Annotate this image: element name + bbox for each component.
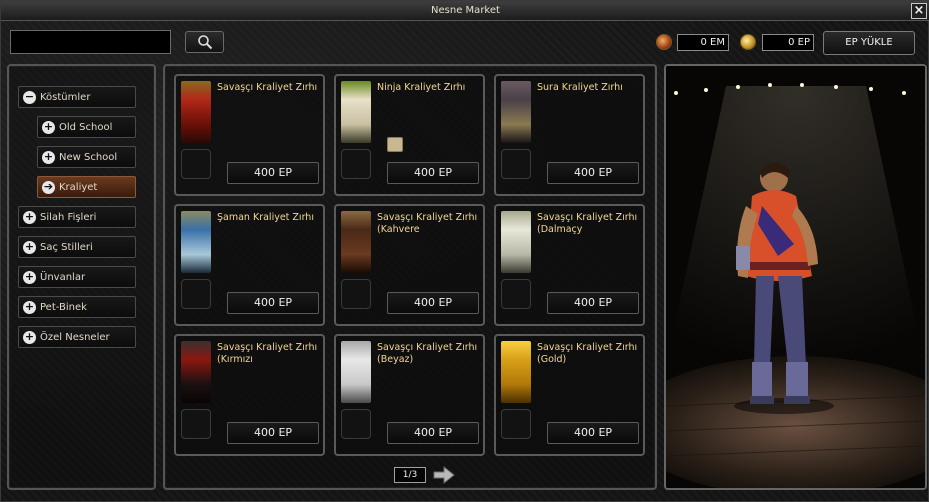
item-card[interactable]: Sura Kraliyet Zırhı 400 EP [494,74,645,196]
armor-icon [501,81,531,143]
ep-load-button[interactable]: EP YÜKLE [823,31,915,55]
item-name: Ninja Kraliyet Zırhı [377,82,466,93]
title-bar[interactable]: Nesne Market × [1,1,929,21]
category-royal[interactable]: ➔ Kraliyet [37,176,136,198]
em-coin-icon [656,34,672,50]
item-slot [181,149,211,179]
plus-icon: + [23,270,36,284]
category-label: Silah Fişleri [40,212,97,223]
item-name: Savaşçı Kraliyet Zırhı (Beyaz) [377,342,478,365]
window-title: Nesne Market [431,5,500,16]
category-old-school[interactable]: + Old School [37,116,136,138]
price-button[interactable]: 400 EP [547,422,639,444]
ep-balance: 0 EP [762,34,814,51]
category-panel: − Köstümler + Old School + New School ➔ … [7,64,156,490]
category-label: Old School [59,122,113,133]
armor-icon [181,341,211,403]
item-card[interactable]: Savaşçı Kraliyet Zırhı (Dalmaçy 400 EP [494,204,645,326]
plus-icon: + [42,120,55,134]
page-indicator: 1/3 [394,467,426,483]
plus-icon: + [23,330,36,344]
item-name: Savaşçı Kraliyet Zırhı (Kırmızı [217,342,318,365]
item-card[interactable]: Ninja Kraliyet Zırhı 400 EP [334,74,485,196]
category-titles[interactable]: + Ünvanlar [18,266,136,288]
character-preview-image [666,66,925,488]
price-button[interactable]: 400 EP [387,162,479,184]
minus-icon: − [23,90,36,104]
price-button[interactable]: 400 EP [227,162,319,184]
item-name: Sura Kraliyet Zırhı [537,82,623,93]
item-slot [341,149,371,179]
plus-icon: + [42,150,55,164]
next-page-arrow-icon[interactable] [433,466,455,484]
item-slot [501,279,531,309]
armor-icon [501,211,531,273]
armor-icon [341,81,371,143]
plus-icon: + [23,210,36,224]
price-button[interactable]: 400 EP [387,292,479,314]
category-costumes[interactable]: − Köstümler [18,86,136,108]
item-slot [341,409,371,439]
category-label: Köstümler [40,92,91,103]
item-card[interactable]: Savaşçı Kraliyet Zırhı (Gold) 400 EP [494,334,645,456]
item-name: Şaman Kraliyet Zırhı [217,212,314,223]
category-pet-mount[interactable]: + Pet-Binek [18,296,136,318]
plus-icon: + [23,240,36,254]
stage-background [666,66,925,488]
item-slot [341,279,371,309]
item-card[interactable]: Şaman Kraliyet Zırhı 400 EP [174,204,325,326]
search-button[interactable] [185,31,224,53]
item-name: Savaşçı Kraliyet Zırhı (Kahvere [377,212,478,235]
price-button[interactable]: 400 EP [547,292,639,314]
armor-icon [341,211,371,273]
armor-icon [341,341,371,403]
item-slot [181,279,211,309]
arrow-right-icon: ➔ [42,180,55,194]
price-button[interactable]: 400 EP [547,162,639,184]
category-new-school[interactable]: + New School [37,146,136,168]
close-icon: × [913,3,925,18]
category-hair-styles[interactable]: + Saç Stilleri [18,236,136,258]
category-label: New School [59,152,118,163]
item-name: Savaşçı Kraliyet Zırhı (Dalmaçy [537,212,638,235]
category-label: Pet-Binek [40,302,87,313]
armor-icon [181,211,211,273]
item-card[interactable]: Savaşçı Kraliyet Zırhı (Kahvere 400 EP [334,204,485,326]
category-label: Özel Nesneler [40,332,110,343]
em-balance: 0 EM [677,34,729,51]
search-icon [198,35,213,50]
item-card[interactable]: Savaşçı Kraliyet Zırhı (Kırmızı 400 EP [174,334,325,456]
close-button[interactable]: × [911,3,927,19]
price-button[interactable]: 400 EP [227,422,319,444]
character-preview-panel[interactable] [664,64,927,490]
item-card[interactable]: Savaşçı Kraliyet Zırhı 400 EP [174,74,325,196]
category-special-items[interactable]: + Özel Nesneler [18,326,136,348]
item-card[interactable]: Savaşçı Kraliyet Zırhı (Beyaz) 400 EP [334,334,485,456]
category-label: Saç Stilleri [40,242,93,253]
ep-coin-icon [740,34,756,50]
plus-icon: + [23,300,36,314]
category-label: Ünvanlar [40,272,86,283]
armor-icon [181,81,211,143]
search-input[interactable] [10,30,171,54]
category-label: Kraliyet [59,182,98,193]
armor-icon [501,341,531,403]
item-grid-panel: Savaşçı Kraliyet Zırhı 400 EP Ninja Kral… [163,64,657,490]
item-slot [501,409,531,439]
price-button[interactable]: 400 EP [227,292,319,314]
item-name: Savaşçı Kraliyet Zırhı [217,82,318,93]
item-slot [501,149,531,179]
item-market-window: Nesne Market × 0 EM 0 EP EP YÜKLE − Köst… [0,0,929,502]
armor-mini-icon [387,137,403,152]
price-button[interactable]: 400 EP [387,422,479,444]
item-name: Savaşçı Kraliyet Zırhı (Gold) [537,342,638,365]
item-slot [181,409,211,439]
category-weapon-tickets[interactable]: + Silah Fişleri [18,206,136,228]
